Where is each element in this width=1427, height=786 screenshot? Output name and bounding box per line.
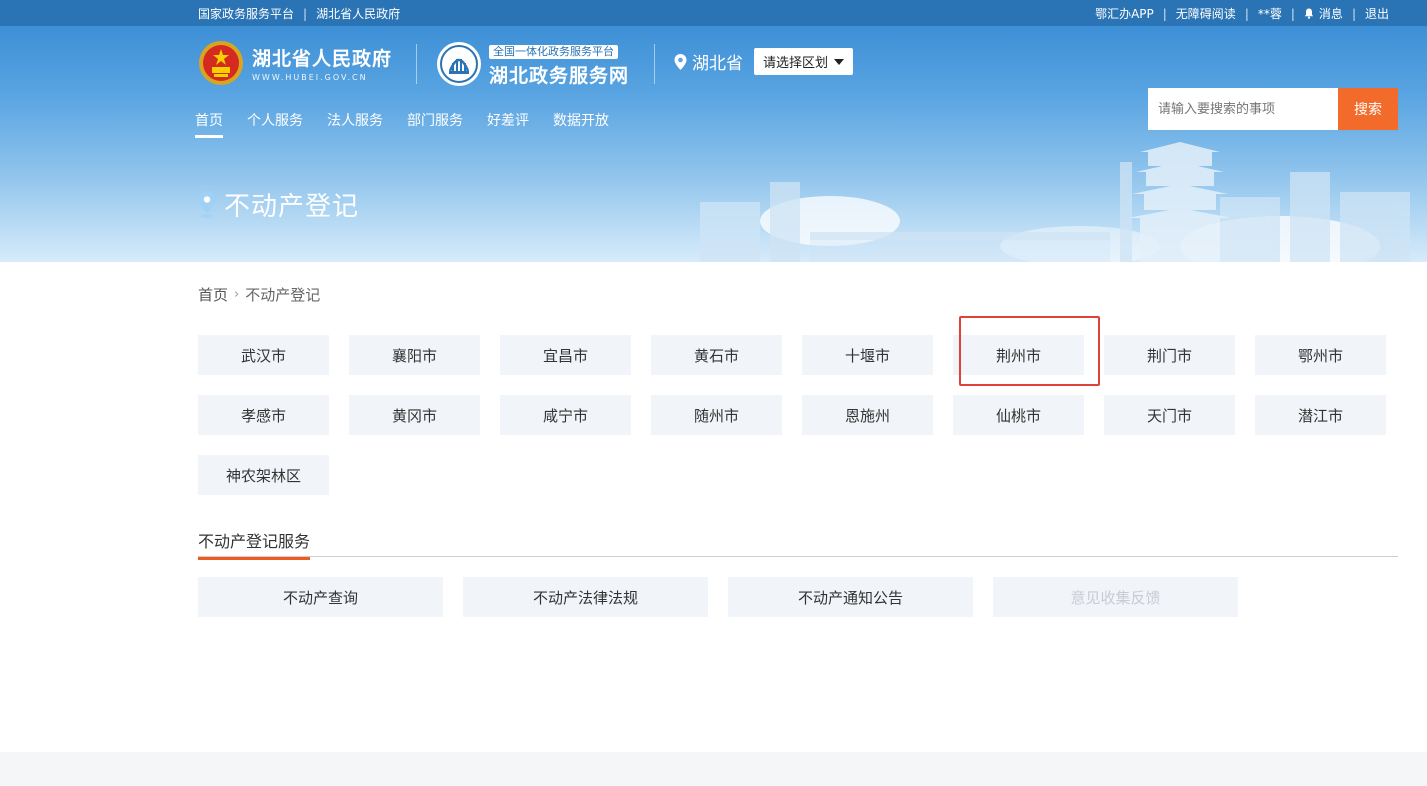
logo-title: 湖北省人民政府 xyxy=(252,48,393,70)
city-skyline-illustration xyxy=(700,142,1410,262)
link-app[interactable]: 鄂汇办APP xyxy=(1095,5,1154,22)
service-property-query[interactable]: 不动产查询 xyxy=(198,577,443,617)
city-jingmen[interactable]: 荆门市 xyxy=(1104,335,1235,375)
header-banner: 湖北省人民政府 WWW.HUBEI.GOV.CN 全国一体化政务服务平台 湖北政… xyxy=(0,26,1427,262)
search-bar: 搜索 xyxy=(1148,88,1398,130)
region-name: 湖北省 xyxy=(692,54,743,74)
separator: | xyxy=(1162,6,1167,21)
divider xyxy=(416,44,417,84)
footer-band xyxy=(0,752,1427,786)
city-shiyan[interactable]: 十堰市 xyxy=(802,335,933,375)
region-selector: 湖北省 请选择区划 xyxy=(674,48,854,75)
city-xiaogan[interactable]: 孝感市 xyxy=(198,395,329,435)
hubei-gov-logo[interactable]: 湖北省人民政府 WWW.HUBEI.GOV.CN xyxy=(198,40,392,86)
page-title: 不动产登记 xyxy=(224,192,360,222)
services-divider xyxy=(198,556,1398,557)
service-laws-regulations[interactable]: 不动产法律法规 xyxy=(463,577,708,617)
search-input[interactable] xyxy=(1148,88,1338,130)
city-shennongjia[interactable]: 神农架林区 xyxy=(198,455,329,495)
city-yichang[interactable]: 宜昌市 xyxy=(500,335,631,375)
hubei-service-logo[interactable]: 全国一体化政务服务平台 湖北政务服务网 xyxy=(436,40,629,88)
city-qianjiang[interactable]: 潜江市 xyxy=(1255,395,1386,435)
messages-link[interactable]: 消息 xyxy=(1304,5,1343,22)
breadcrumb-home[interactable]: 首页 xyxy=(198,284,228,305)
city-wuhan[interactable]: 武汉市 xyxy=(198,335,329,375)
region-dropdown-label: 请选择区划 xyxy=(763,56,829,71)
city-suizhou[interactable]: 随州市 xyxy=(651,395,782,435)
bell-icon xyxy=(1304,8,1314,19)
location-pin-icon xyxy=(674,53,687,70)
user-name[interactable]: **蓉 xyxy=(1258,5,1282,22)
location-pin-icon xyxy=(198,190,216,218)
nav-evaluation[interactable]: 好差评 xyxy=(487,110,529,138)
separator: | xyxy=(1351,6,1356,21)
divider xyxy=(654,44,655,84)
city-ezhou[interactable]: 鄂州市 xyxy=(1255,335,1386,375)
chevron-right-icon: › xyxy=(234,287,240,302)
topbar-right-links: 鄂汇办APP | 无障碍阅读 | **蓉 | 消息 | 退出 xyxy=(1095,5,1389,22)
nav-open-data[interactable]: 数据开放 xyxy=(553,110,609,138)
link-national-platform[interactable]: 国家政务服务平台 xyxy=(198,5,294,22)
logo-subtitle: WWW.HUBEI.GOV.CN xyxy=(252,73,368,82)
city-jingzhou[interactable]: 荆州市 xyxy=(953,335,1084,375)
separator: | xyxy=(1290,6,1295,21)
topbar-left-links: 国家政务服务平台 | 湖北省人民政府 xyxy=(198,5,400,22)
separator: | xyxy=(1244,6,1249,21)
city-xiantao[interactable]: 仙桃市 xyxy=(953,395,1084,435)
search-button[interactable]: 搜索 xyxy=(1338,88,1398,130)
service-feedback[interactable]: 意见收集反馈 xyxy=(993,577,1238,617)
region-dropdown[interactable]: 请选择区划 xyxy=(754,48,854,75)
services-heading: 不动产登记服务 xyxy=(198,528,311,560)
separator: | xyxy=(303,6,308,21)
nav-home[interactable]: 首页 xyxy=(195,110,223,138)
nav-personal-services[interactable]: 个人服务 xyxy=(247,110,303,138)
nav-legal-person-services[interactable]: 法人服务 xyxy=(327,110,383,138)
main-nav: 首页 个人服务 法人服务 部门服务 好差评 数据开放 xyxy=(195,110,633,138)
logout-link[interactable]: 退出 xyxy=(1365,5,1389,22)
breadcrumb-current: 不动产登记 xyxy=(245,286,321,304)
national-emblem-icon xyxy=(199,41,243,85)
city-enshi[interactable]: 恩施州 xyxy=(802,395,933,435)
service-notices[interactable]: 不动产通知公告 xyxy=(728,577,973,617)
page-title-block: 不动产登记 xyxy=(198,186,359,223)
top-utility-bar: 国家政务服务平台 | 湖北省人民政府 鄂汇办APP | 无障碍阅读 | **蓉 … xyxy=(0,0,1427,26)
city-huanggang[interactable]: 黄冈市 xyxy=(349,395,480,435)
platform-tag: 全国一体化政务服务平台 xyxy=(489,45,618,59)
service-platform-icon xyxy=(437,42,481,86)
city-huangshi[interactable]: 黄石市 xyxy=(651,335,782,375)
messages-label: 消息 xyxy=(1318,7,1343,21)
city-xianning[interactable]: 咸宁市 xyxy=(500,395,631,435)
breadcrumb: 首页 › 不动产登记 xyxy=(198,284,320,305)
link-hubei-gov[interactable]: 湖北省人民政府 xyxy=(316,5,400,22)
nav-department-services[interactable]: 部门服务 xyxy=(407,110,463,138)
city-xiangyang[interactable]: 襄阳市 xyxy=(349,335,480,375)
service-title: 湖北政务服务网 xyxy=(489,65,630,87)
caret-down-icon xyxy=(834,58,845,65)
city-tianmen[interactable]: 天门市 xyxy=(1104,395,1235,435)
link-accessibility[interactable]: 无障碍阅读 xyxy=(1176,5,1236,22)
